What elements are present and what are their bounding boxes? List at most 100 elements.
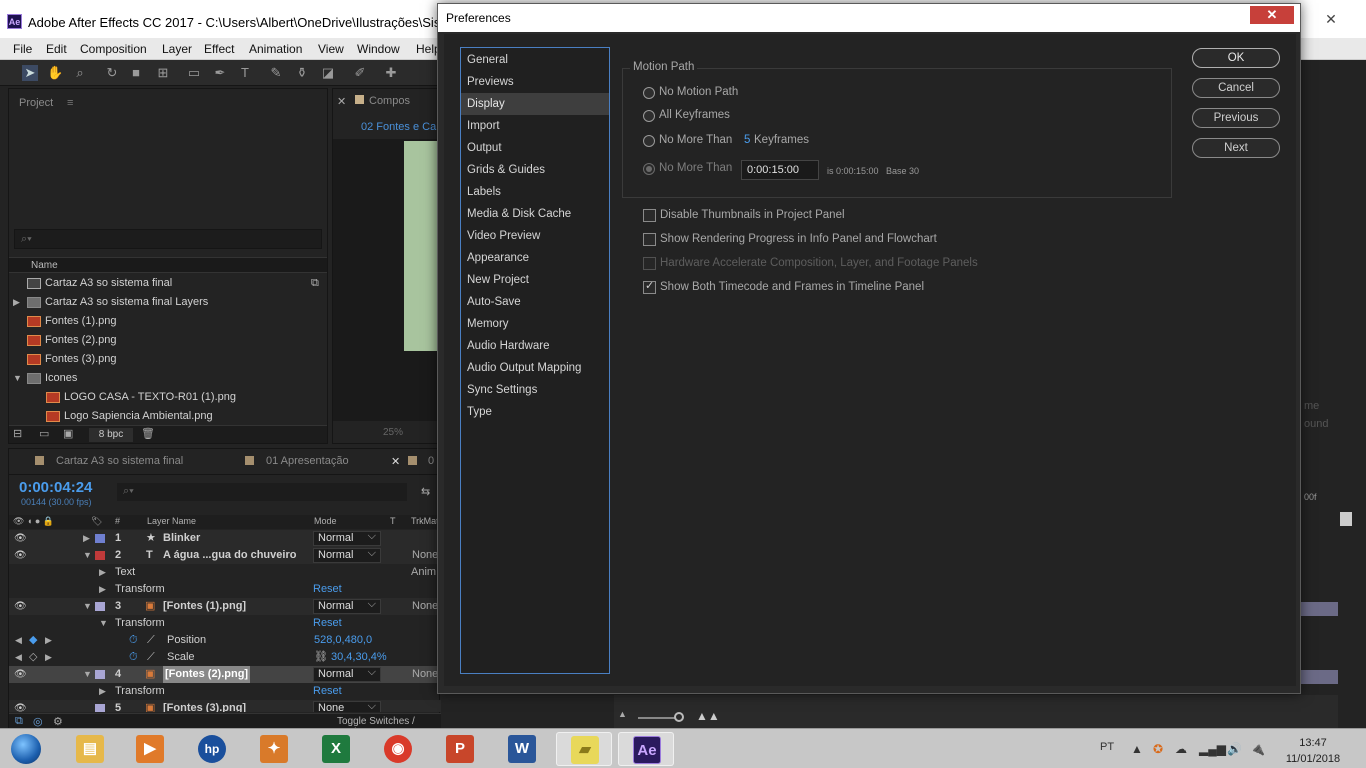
next-keyframe-icon[interactable]: ▶ bbox=[45, 632, 52, 649]
project-item-png[interactable]: Fontes (1).png bbox=[9, 312, 327, 331]
rectangle-tool-icon[interactable]: ▭ bbox=[186, 65, 202, 81]
checkbox-label[interactable]: Show Rendering Progress in Info Panel an… bbox=[660, 233, 937, 245]
menu-composition[interactable]: Composition bbox=[80, 42, 147, 56]
nav-general[interactable]: General bbox=[461, 49, 609, 71]
start-button[interactable] bbox=[5, 731, 49, 767]
radio-label[interactable]: No More Than bbox=[659, 162, 732, 174]
property-row[interactable]: ▶ Transform Reset bbox=[9, 683, 441, 700]
clone-stamp-tool-icon[interactable]: ⚱ bbox=[294, 65, 310, 81]
cancel-button[interactable]: Cancel bbox=[1192, 78, 1280, 98]
close-tab-icon[interactable]: ✕ bbox=[391, 455, 400, 468]
app-tray-icon[interactable]: ✪ bbox=[1153, 742, 1163, 756]
timeline-layer-row[interactable]: 👁 ▼ 3 ▣ [Fontes (1).png] Normal None bbox=[9, 598, 441, 615]
trash-icon[interactable]: 🗑 bbox=[141, 427, 155, 440]
timeline-tab[interactable]: Cartaz A3 so sistema final bbox=[56, 455, 183, 467]
stopwatch-icon[interactable]: ⏱ bbox=[129, 632, 138, 649]
nav-grids-guides[interactable]: Grids & Guides bbox=[461, 159, 609, 181]
nav-display[interactable]: Display bbox=[461, 93, 609, 115]
timeline-layer-row[interactable]: 👁 ▶ 1 ★ Blinker Normal bbox=[9, 530, 441, 547]
nav-memory[interactable]: Memory bbox=[461, 313, 609, 335]
nav-auto-save[interactable]: Auto-Save bbox=[461, 291, 609, 313]
expand-arrow-icon[interactable]: ▶ bbox=[83, 530, 90, 547]
timeline-tab[interactable]: 0 bbox=[428, 455, 434, 467]
in-out-icon[interactable]: ⚙ bbox=[53, 715, 63, 728]
transfer-controls-icon[interactable]: ◎ bbox=[33, 715, 43, 728]
visibility-eye-icon[interactable]: 👁 bbox=[14, 547, 27, 564]
zoom-in-icon[interactable]: ▲▲ bbox=[696, 709, 720, 723]
work-area-end-handle[interactable] bbox=[1340, 512, 1352, 526]
project-column-name[interactable]: Name bbox=[9, 257, 327, 273]
new-folder-icon[interactable]: ▭ bbox=[39, 427, 49, 440]
next-keyframe-icon[interactable]: ▶ bbox=[45, 649, 52, 666]
new-composition-icon[interactable]: ▣ bbox=[63, 427, 73, 440]
radio-label[interactable]: All Keyframes bbox=[659, 109, 730, 121]
visibility-eye-icon[interactable]: 👁 bbox=[14, 530, 27, 547]
project-item-png[interactable]: Fontes (2).png bbox=[9, 331, 327, 350]
menu-layer[interactable]: Layer bbox=[162, 42, 192, 56]
layer-label-color[interactable] bbox=[95, 534, 105, 543]
collapse-arrow-icon[interactable]: ▼ bbox=[83, 666, 92, 683]
track-matte-select[interactable]: None bbox=[412, 666, 438, 683]
graph-icon[interactable]: ⟋ bbox=[147, 632, 155, 649]
timeline-layer-row-selected[interactable]: 👁 ▼ 4 ▣ [Fontes (2).png] Normal None bbox=[9, 666, 441, 683]
taskbar-sticky-notes[interactable]: ▰ bbox=[556, 732, 612, 766]
composition-viewer[interactable] bbox=[333, 139, 441, 421]
layer-switches-icon[interactable]: ⧉ bbox=[15, 715, 23, 728]
project-item-comp[interactable]: Cartaz A3 so sistema final ⧉ bbox=[9, 274, 327, 293]
zoom-tool-icon[interactable]: ⌕ bbox=[72, 65, 88, 81]
nav-appearance[interactable]: Appearance bbox=[461, 247, 609, 269]
visibility-eye-icon[interactable]: 👁 bbox=[14, 598, 27, 615]
pen-tool-icon[interactable]: ✒ bbox=[212, 65, 228, 81]
power-icon[interactable]: 🔌 bbox=[1250, 742, 1265, 756]
layer-name[interactable]: [Fontes (1).png] bbox=[163, 598, 246, 615]
keyframe-diamond-icon[interactable]: ◇ bbox=[29, 649, 37, 666]
previous-keyframe-icon[interactable]: ◀ bbox=[15, 649, 22, 666]
collapse-arrow-icon[interactable]: ▼ bbox=[83, 598, 92, 615]
panel-menu-icon[interactable]: ≡ bbox=[67, 97, 73, 109]
animate-menu[interactable]: Anim bbox=[411, 564, 436, 581]
zoom-level[interactable]: 25% bbox=[383, 427, 403, 438]
pan-behind-tool-icon[interactable]: ⊞ bbox=[155, 65, 171, 81]
visibility-eye-icon[interactable]: 👁 bbox=[14, 666, 27, 683]
expand-arrow-icon[interactable]: ▶ bbox=[99, 564, 106, 581]
menu-view[interactable]: View bbox=[318, 42, 344, 56]
reset-link[interactable]: Reset bbox=[313, 581, 342, 598]
composition-subtab[interactable]: 02 Fontes e Ca bbox=[361, 121, 441, 133]
menu-window[interactable]: Window bbox=[357, 42, 400, 56]
nav-video-preview[interactable]: Video Preview bbox=[461, 225, 609, 247]
taskbar-tools[interactable]: ✦ bbox=[246, 732, 302, 766]
eraser-tool-icon[interactable]: ◪ bbox=[320, 65, 336, 81]
blend-mode-select[interactable]: Normal bbox=[313, 666, 381, 682]
zoom-out-icon[interactable]: ▲ bbox=[618, 709, 627, 719]
nav-import[interactable]: Import bbox=[461, 115, 609, 137]
scale-value[interactable]: 30,4,30,4% bbox=[331, 649, 387, 666]
dialog-close-button[interactable]: ✕ bbox=[1250, 6, 1294, 24]
comp-flowchart-icon[interactable]: ⇆ bbox=[421, 485, 430, 498]
property-row[interactable]: ▼ Transform Reset bbox=[9, 615, 441, 632]
property-row[interactable]: ◀ ◆ ▶ ⏱ ⟋ Position 528,0,480,0 bbox=[9, 632, 441, 649]
nav-output[interactable]: Output bbox=[461, 137, 609, 159]
taskbar-after-effects[interactable]: Ae bbox=[618, 732, 674, 766]
taskbar-hp[interactable]: hp bbox=[184, 732, 240, 766]
layer-name[interactable]: [Fontes (3).png] bbox=[163, 700, 246, 712]
blend-mode-select[interactable]: Normal bbox=[313, 530, 381, 546]
graph-icon[interactable]: ⟋ bbox=[147, 649, 155, 666]
motion-path-duration-input[interactable]: 0:00:15:00 bbox=[741, 160, 819, 180]
radio-no-motion-path[interactable] bbox=[643, 87, 655, 99]
property-row[interactable]: ◀ ◇ ▶ ⏱ ⟋ Scale ⛓ 30,4,30,4% bbox=[9, 649, 441, 666]
position-value[interactable]: 528,0,480,0 bbox=[314, 632, 372, 649]
track-matte-select[interactable]: None bbox=[412, 547, 438, 564]
menu-animation[interactable]: Animation bbox=[249, 42, 302, 56]
checkbox-show-timecode-frames[interactable] bbox=[643, 279, 656, 294]
show-hidden-icons[interactable]: ▲ bbox=[1131, 742, 1143, 756]
radio-label[interactable]: No More Than bbox=[659, 134, 732, 146]
menu-file[interactable]: File bbox=[13, 42, 32, 56]
nav-sync-settings[interactable]: Sync Settings bbox=[461, 379, 609, 401]
ok-button[interactable]: OK bbox=[1192, 48, 1280, 68]
stopwatch-icon[interactable]: ⏱ bbox=[129, 649, 138, 666]
layer-bar[interactable] bbox=[1300, 670, 1338, 684]
property-row[interactable]: ▶ Text Anim bbox=[9, 564, 441, 581]
previous-keyframe-icon[interactable]: ◀ bbox=[15, 632, 22, 649]
menu-edit[interactable]: Edit bbox=[46, 42, 67, 56]
nav-audio-output-mapping[interactable]: Audio Output Mapping bbox=[461, 357, 609, 379]
